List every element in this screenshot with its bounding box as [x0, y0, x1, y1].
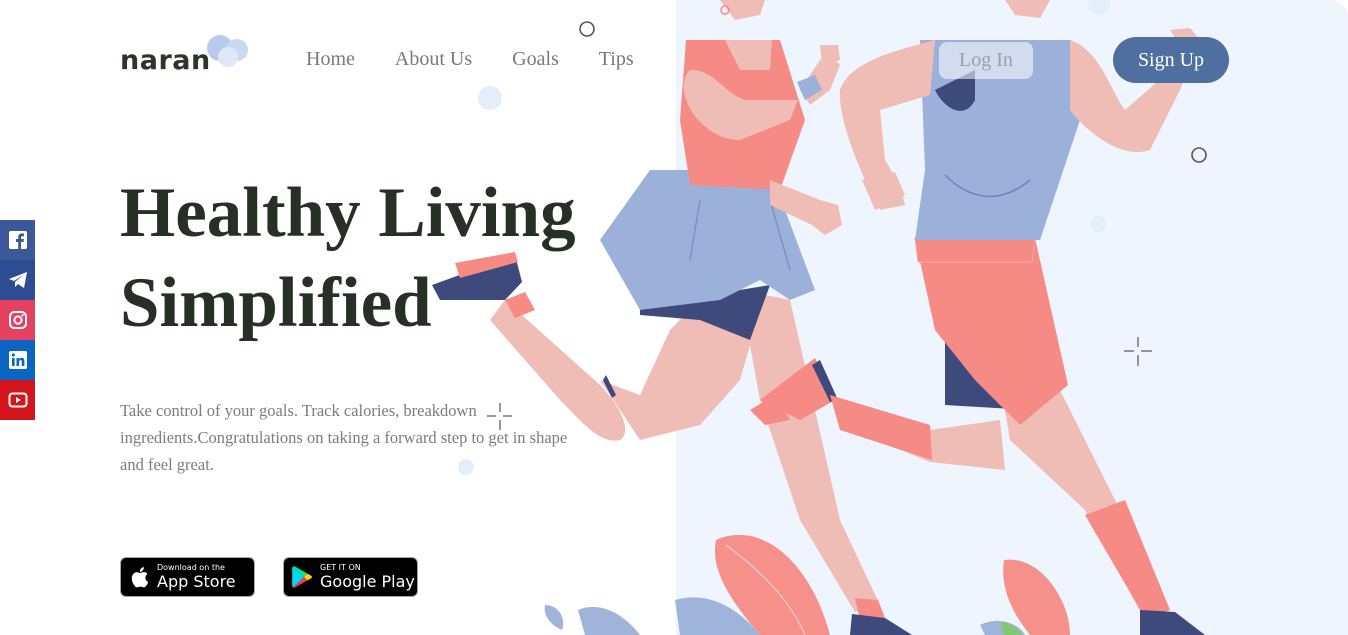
instagram-link[interactable]	[0, 300, 35, 340]
nav-about-us[interactable]: About Us	[395, 48, 472, 71]
hero-title: Healthy Living Simplified	[120, 168, 680, 348]
hero-description: Take control of your goals. Track calori…	[120, 401, 568, 474]
main-nav: Home About Us Goals Tips	[306, 48, 634, 71]
instagram-icon	[8, 311, 27, 329]
telegram-link[interactable]	[0, 260, 35, 300]
app-store-big-text: App Store	[157, 572, 236, 591]
google-play-big-text: Google Play	[320, 572, 415, 591]
apple-icon	[131, 567, 149, 588]
facebook-link[interactable]	[0, 220, 35, 260]
decor-dot	[478, 86, 502, 110]
login-button[interactable]: Log In	[939, 42, 1033, 79]
brand-logo[interactable]: naran	[120, 30, 260, 80]
brand-name: naran	[120, 45, 211, 76]
app-store-small-text: Download on the	[157, 563, 225, 572]
youtube-icon	[8, 392, 27, 408]
linkedin-link[interactable]	[0, 340, 35, 380]
facebook-icon	[8, 231, 27, 249]
nav-goals[interactable]: Goals	[512, 48, 559, 71]
nav-tips[interactable]: Tips	[599, 48, 634, 71]
cloud-icon	[207, 35, 248, 67]
signup-button[interactable]: Sign Up	[1113, 37, 1229, 83]
app-store-badge[interactable]: Download on the App Store	[120, 557, 255, 597]
linkedin-icon	[8, 351, 27, 369]
social-sidebar	[0, 220, 35, 420]
sparkle-icon	[1124, 337, 1152, 366]
nav-home[interactable]: Home	[306, 48, 355, 71]
decor-circle	[1191, 147, 1207, 163]
google-play-icon	[292, 566, 312, 588]
decor-dot	[1090, 216, 1106, 232]
leaves	[544, 534, 1070, 635]
hero-title-line-2: Simplified	[120, 264, 432, 342]
google-play-small-text: GET IT ON	[320, 563, 361, 572]
google-play-badge[interactable]: GET IT ON Google Play	[283, 557, 418, 597]
youtube-link[interactable]	[0, 380, 35, 420]
decor-dot	[1088, 0, 1110, 15]
decor-circle	[579, 21, 595, 37]
hero-title-line-1: Healthy Living	[120, 174, 576, 252]
telegram-icon	[8, 272, 27, 288]
